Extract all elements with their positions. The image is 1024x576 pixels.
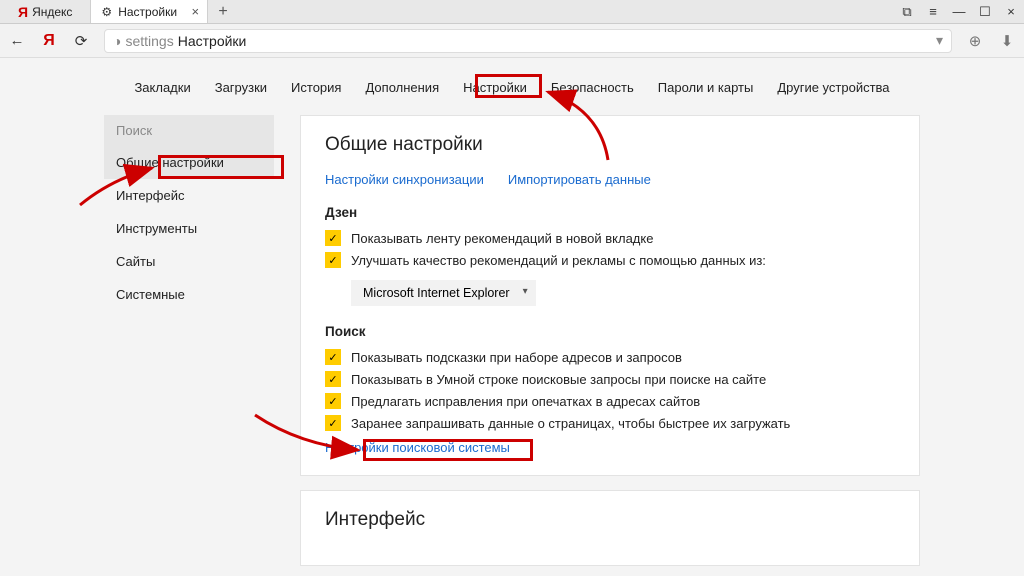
tab-yandex[interactable]: Я Яндекс	[0, 0, 90, 23]
search-suggest-label: Показывать подсказки при наборе адресов …	[351, 350, 682, 365]
nav-history[interactable]: История	[291, 80, 341, 95]
gear-icon: ⚙	[101, 5, 112, 19]
import-data-link[interactable]: Импортировать данные	[508, 172, 651, 187]
settings-content: Общие настройки Настройки синхронизации …	[300, 115, 920, 576]
nav-bookmarks[interactable]: Закладки	[134, 80, 190, 95]
url-field[interactable]: ◑ settings Настройки ▾	[104, 29, 952, 53]
zen-browser-select[interactable]: Microsoft Internet Explorer	[351, 280, 536, 306]
zen-improve-label: Улучшать качество рекомендаций и рекламы…	[351, 253, 766, 268]
sidebar-search[interactable]: Поиск	[104, 115, 274, 146]
address-bar: ← Я ⟳ ◑ settings Настройки ▾ ⊕ ⬇	[0, 24, 1024, 58]
sidebar-item-sites[interactable]: Сайты	[104, 245, 274, 278]
checkbox-search-preload[interactable]: ✓	[325, 415, 341, 431]
reload-icon[interactable]: ⟳	[72, 32, 90, 50]
search-typos-label: Предлагать исправления при опечатках в а…	[351, 394, 700, 409]
search-preload-label: Заранее запрашивать данные о страницах, …	[351, 416, 790, 431]
new-tab-button[interactable]: +	[208, 3, 238, 21]
minimize-icon[interactable]: —	[946, 4, 972, 19]
card-interface: Интерфейс	[300, 490, 920, 566]
tab-yandex-label: Яндекс	[32, 5, 72, 19]
window-titlebar: Я Яндекс ⚙ Настройки × + ⧉ ≡ — ☐ ×	[0, 0, 1024, 24]
maximize-icon[interactable]: ☐	[972, 4, 998, 20]
back-icon[interactable]: ←	[8, 32, 26, 49]
zen-heading: Дзен	[325, 205, 895, 220]
close-window-icon[interactable]: ×	[998, 4, 1024, 19]
url-prefix: settings	[125, 33, 173, 49]
interface-heading: Интерфейс	[325, 509, 895, 531]
sync-settings-link[interactable]: Настройки синхронизации	[325, 172, 484, 187]
nav-downloads[interactable]: Загрузки	[215, 80, 267, 95]
checkbox-search-typos[interactable]: ✓	[325, 393, 341, 409]
panel-icon[interactable]: ⧉	[894, 4, 920, 20]
nav-passwords[interactable]: Пароли и карты	[658, 80, 754, 95]
card-general: Общие настройки Настройки синхронизации …	[300, 115, 920, 476]
url-label: Настройки	[178, 33, 247, 49]
url-lock-icon: ◑	[113, 33, 121, 49]
tab-settings-label: Настройки	[118, 5, 177, 19]
settings-topnav: Закладки Загрузки История Дополнения Нас…	[0, 58, 1024, 115]
search-heading: Поиск	[325, 324, 895, 339]
sidebar-item-interface[interactable]: Интерфейс	[104, 179, 274, 212]
tab-settings[interactable]: ⚙ Настройки ×	[90, 0, 208, 23]
checkbox-zen-feed[interactable]: ✓	[325, 230, 341, 246]
nav-devices[interactable]: Другие устройства	[777, 80, 889, 95]
search-engine-settings-link[interactable]: Настройки поисковой системы	[325, 440, 510, 455]
checkbox-search-smartline[interactable]: ✓	[325, 371, 341, 387]
menu-icon[interactable]: ≡	[920, 4, 946, 19]
search-smartline-label: Показывать в Умной строке поисковые запр…	[351, 372, 766, 387]
yandex-logo-icon: Я	[18, 4, 28, 20]
zen-feed-label: Показывать ленту рекомендаций в новой вк…	[351, 231, 653, 246]
sidebar-item-tools[interactable]: Инструменты	[104, 212, 274, 245]
bookmark-icon[interactable]: ▾	[936, 32, 943, 49]
nav-security[interactable]: Безопасность	[551, 80, 634, 95]
checkbox-zen-improve[interactable]: ✓	[325, 252, 341, 268]
general-heading: Общие настройки	[325, 134, 895, 156]
settings-sidebar: Поиск Общие настройки Интерфейс Инструме…	[104, 115, 274, 576]
nav-addons[interactable]: Дополнения	[365, 80, 439, 95]
downloads-icon[interactable]: ⬇	[998, 32, 1016, 50]
yandex-home-icon[interactable]: Я	[40, 32, 58, 50]
sidebar-item-general[interactable]: Общие настройки	[104, 146, 274, 179]
checkbox-search-suggest[interactable]: ✓	[325, 349, 341, 365]
close-tab-icon[interactable]: ×	[191, 4, 199, 19]
sidebar-item-system[interactable]: Системные	[104, 278, 274, 311]
extensions-icon[interactable]: ⊕	[966, 32, 984, 50]
nav-settings[interactable]: Настройки	[463, 80, 527, 95]
